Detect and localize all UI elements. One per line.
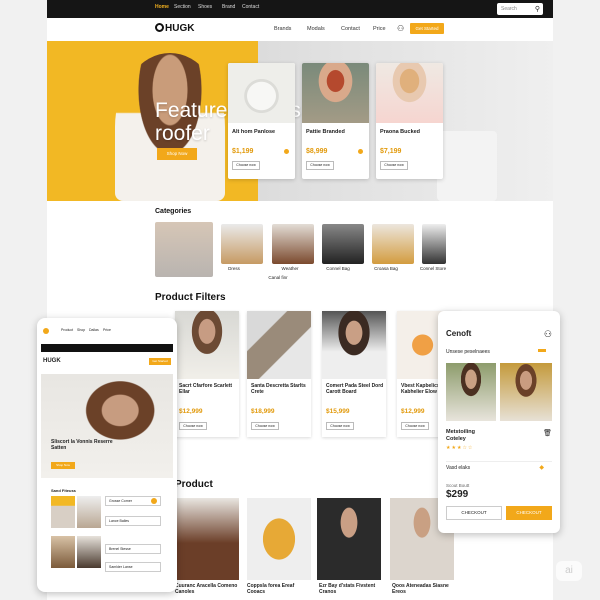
product-image[interactable]: [317, 498, 381, 580]
nav-contact[interactable]: Contact: [341, 26, 360, 32]
status-dot: [284, 149, 289, 154]
mobile-product-image[interactable]: [51, 536, 75, 568]
mobile-product-image[interactable]: [51, 496, 75, 528]
product-image: [376, 63, 443, 123]
category-image[interactable]: [422, 224, 446, 264]
checkout-button[interactable]: CHECKOUT: [446, 506, 502, 520]
filters-title: Product Filters: [155, 292, 226, 303]
top-bar: Home Section Shoes Brand Contact Search …: [47, 0, 553, 18]
mobile-product-image[interactable]: [77, 536, 101, 568]
choose-button[interactable]: Choose now: [380, 161, 408, 170]
mobile-shop-button[interactable]: Shop Now: [51, 462, 75, 469]
indicator-bar: [538, 349, 546, 352]
panel-title: Cenoft: [446, 329, 472, 338]
product-image[interactable]: [175, 498, 239, 580]
choose-button[interactable]: Choose now: [401, 422, 429, 430]
topbar-link-shoes[interactable]: Shoes: [198, 4, 212, 10]
rating-stars: ★★★☆☆: [446, 445, 474, 451]
watermark: ai: [556, 561, 582, 581]
nav-price[interactable]: Price: [373, 26, 386, 32]
mobile-topbar: Product Shop Dallas Price: [41, 326, 173, 336]
product-image: [247, 311, 311, 379]
category-image[interactable]: [372, 224, 414, 264]
menu-icon[interactable]: [43, 328, 49, 334]
mobile-filter-field[interactable]: Samlder Lanse: [105, 562, 161, 572]
hero-product-card[interactable]: Praona Bucked $7,199 Choose now: [376, 63, 443, 179]
filter-product-card[interactable]: Santa Descretta Starlts Crete $18,999 Ch…: [247, 311, 311, 437]
cart-panel: Cenoft ⚇ Unsese peselnaees Metstoiling C…: [438, 311, 560, 533]
nav-modals[interactable]: Modals: [307, 26, 325, 32]
cart-icon[interactable]: ⚇: [544, 329, 552, 340]
category-image[interactable]: [155, 222, 213, 277]
category-image[interactable]: [322, 224, 364, 264]
hero-banner: Featured Slices roofer Shop Now Alt hom …: [47, 41, 553, 201]
total-price: $299: [446, 489, 469, 500]
cart-item-image[interactable]: [446, 363, 496, 421]
search-icon: ⚲: [534, 6, 540, 13]
hero-product-card[interactable]: Pattie Branded $8,999 Choose now: [302, 63, 369, 179]
mobile-cta-button[interactable]: Get Started: [149, 358, 171, 365]
topbar-link-brand[interactable]: Brand: [222, 4, 235, 10]
mobile-filter-field[interactable]: Brenel Stesse: [105, 544, 161, 554]
mobile-filter-field[interactable]: Lance Balles: [105, 516, 161, 526]
delivery-icon: ◆: [539, 465, 544, 471]
continue-button[interactable]: CHECKOUT: [506, 506, 552, 520]
brand-logo[interactable]: HUGK: [155, 23, 194, 34]
hero-shop-button[interactable]: Shop Now: [157, 148, 197, 160]
topbar-link-contact[interactable]: Contact: [242, 4, 259, 10]
cart-icon[interactable]: ⚇: [397, 24, 404, 33]
mobile-product-image[interactable]: [77, 496, 101, 528]
category-image[interactable]: [272, 224, 314, 264]
toggle-dot[interactable]: [151, 498, 157, 504]
mobile-hero: Sliscort la Vonnis Reserre Satten Shop N…: [41, 374, 173, 478]
product-image[interactable]: [247, 498, 311, 580]
product-image: [322, 311, 386, 379]
choose-button[interactable]: Choose now: [179, 422, 207, 430]
search-input[interactable]: Search ⚲: [497, 3, 543, 15]
status-dot: [358, 149, 363, 154]
choose-button[interactable]: Choose now: [326, 422, 354, 430]
topbar-link-section[interactable]: Section: [174, 4, 191, 10]
product-image: [175, 311, 239, 379]
mobile-logo[interactable]: HUGK: [43, 358, 61, 364]
cart-item-image[interactable]: [500, 363, 552, 421]
choose-button[interactable]: Choose now: [251, 422, 279, 430]
choose-button[interactable]: Choose now: [306, 161, 334, 170]
product-image: [228, 63, 295, 123]
filter-product-card[interactable]: Comert Pada Steel Dord Carott Board $15,…: [322, 311, 386, 437]
product-title: Product: [175, 479, 213, 490]
product-image: [302, 63, 369, 123]
topbar-link-home[interactable]: Home: [155, 4, 169, 10]
hero-product-card[interactable]: Alt hom Panlose $1,199 Choose now: [228, 63, 295, 179]
nav-brands[interactable]: Brands: [274, 26, 291, 32]
choose-button[interactable]: Choose now: [232, 161, 260, 170]
trash-icon[interactable]: 🗑: [543, 429, 552, 437]
categories-title: Categories: [155, 208, 192, 215]
get-started-button[interactable]: Get Started: [410, 23, 444, 34]
category-image[interactable]: [221, 224, 263, 264]
mobile-mockup: Product Shop Dallas Price HUGK Get Start…: [37, 318, 177, 592]
filter-product-card[interactable]: Sacrt Cfarfore Scarlett Ellar $12,999 Ch…: [175, 311, 239, 437]
